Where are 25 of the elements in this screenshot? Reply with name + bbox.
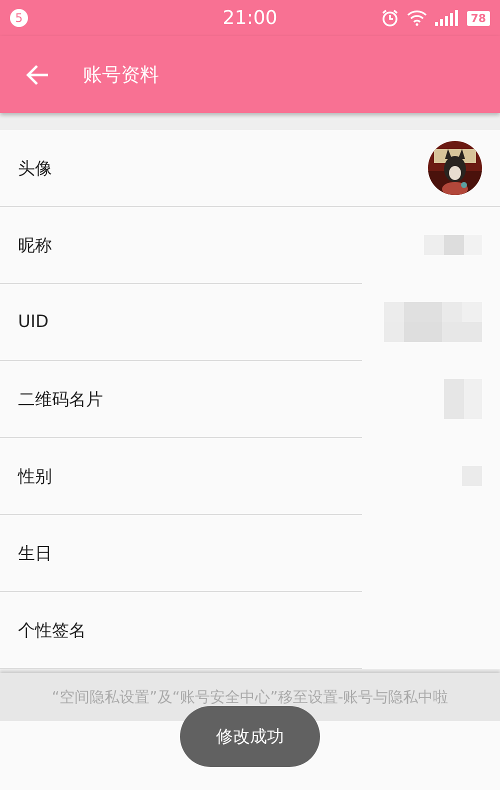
- battery-level: 78: [466, 10, 490, 26]
- row-label: UID: [18, 312, 49, 332]
- notification-badge: 5: [10, 9, 28, 27]
- redacted-value: [424, 235, 482, 255]
- profile-row[interactable]: 性别: [0, 438, 500, 515]
- profile-row[interactable]: 昵称: [0, 207, 500, 284]
- row-label: 昵称: [18, 234, 52, 256]
- row-label: 生日: [18, 542, 52, 564]
- row-label: 个性签名: [18, 620, 86, 642]
- wifi-icon: [406, 10, 427, 26]
- profile-row[interactable]: 头像: [0, 130, 500, 207]
- profile-row[interactable]: 生日: [0, 515, 500, 592]
- success-toast: 修改成功: [180, 706, 320, 767]
- profile-row[interactable]: UID: [0, 284, 500, 361]
- row-label: 二维码名片: [18, 388, 103, 410]
- notice-text: “空间隐私设置”及“账号安全中心”移至设置-账号与隐私中啦: [52, 688, 448, 706]
- alarm-icon: [380, 9, 399, 27]
- profile-row[interactable]: 二维码名片: [0, 361, 500, 438]
- row-label: 性别: [18, 466, 52, 488]
- clock-time: 21:00: [222, 7, 278, 29]
- row-label: 头像: [18, 158, 52, 180]
- profile-row[interactable]: 个性签名: [0, 592, 500, 669]
- back-button[interactable]: [26, 62, 50, 86]
- page-title: 账号资料: [83, 62, 159, 88]
- signal-icon: [434, 10, 459, 26]
